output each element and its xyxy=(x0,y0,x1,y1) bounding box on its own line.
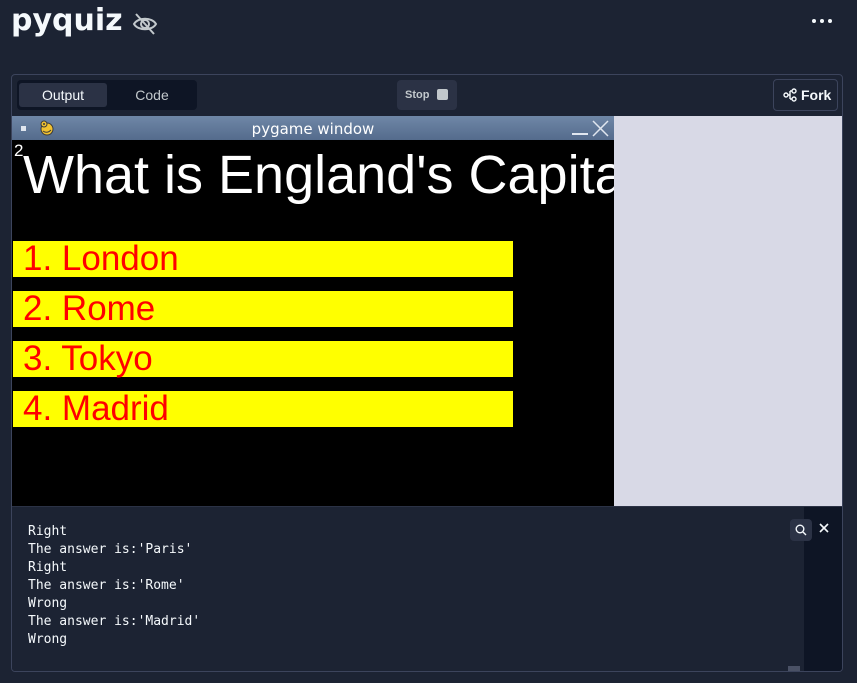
answer-option[interactable]: 4. Madrid xyxy=(13,391,513,427)
stop-label: Stop xyxy=(405,89,430,101)
view-tabs: Output Code xyxy=(17,80,197,110)
console-line: The answer is:'Paris' xyxy=(28,542,193,557)
repl-panel: Output Code Stop Fork pygame window 2 Wh… xyxy=(11,74,843,672)
pygame-window: pygame window 2 What is England's Capita… xyxy=(12,116,614,506)
answer-label: 1. London xyxy=(23,239,179,278)
answer-option[interactable]: 2. Rome xyxy=(13,291,513,327)
question-text: What is England's Capital? xyxy=(23,145,614,205)
console-line: Right xyxy=(28,524,68,539)
answer-option[interactable]: 3. Tokyo xyxy=(13,341,513,377)
fork-label: Fork xyxy=(801,87,832,103)
repl-toolbar: Output Code Stop Fork xyxy=(12,75,842,117)
minimize-icon[interactable] xyxy=(572,133,588,135)
answer-option[interactable]: 1. London xyxy=(13,241,513,277)
console-line: Wrong xyxy=(28,632,68,647)
answer-label: 3. Tokyo xyxy=(23,339,153,378)
fork-button[interactable]: Fork xyxy=(773,79,838,111)
stop-button[interactable]: Stop xyxy=(397,80,457,110)
pygame-canvas[interactable]: 2 What is England's Capital? 1. London 2… xyxy=(12,140,614,506)
answer-label: 4. Madrid xyxy=(23,389,169,428)
tab-output[interactable]: Output xyxy=(19,83,107,107)
console-scroll-thumb[interactable] xyxy=(788,666,800,671)
console-line: The answer is:'Madrid' xyxy=(28,614,201,629)
console-panel[interactable]: Right The answer is:'Paris' Right The an… xyxy=(12,506,842,671)
tab-code[interactable]: Code xyxy=(109,83,195,107)
search-icon[interactable] xyxy=(790,519,812,541)
fork-icon xyxy=(783,88,797,102)
eye-off-icon[interactable] xyxy=(132,12,158,36)
console-line: Right xyxy=(28,560,68,575)
close-icon[interactable] xyxy=(592,120,609,137)
clear-console-icon[interactable] xyxy=(816,520,832,536)
answer-label: 2. Rome xyxy=(23,289,156,328)
output-area: pygame window 2 What is England's Capita… xyxy=(12,116,842,506)
repl-title: pyquiz xyxy=(11,3,123,38)
console-line: Wrong xyxy=(28,596,68,611)
pygame-titlebar[interactable]: pygame window xyxy=(12,116,614,140)
console-output: Right The answer is:'Paris' Right The an… xyxy=(28,523,200,649)
pygame-window-title: pygame window xyxy=(251,120,375,138)
console-line: The answer is:'Rome' xyxy=(28,578,185,593)
more-options-icon[interactable] xyxy=(808,13,836,29)
stop-icon xyxy=(437,89,448,100)
